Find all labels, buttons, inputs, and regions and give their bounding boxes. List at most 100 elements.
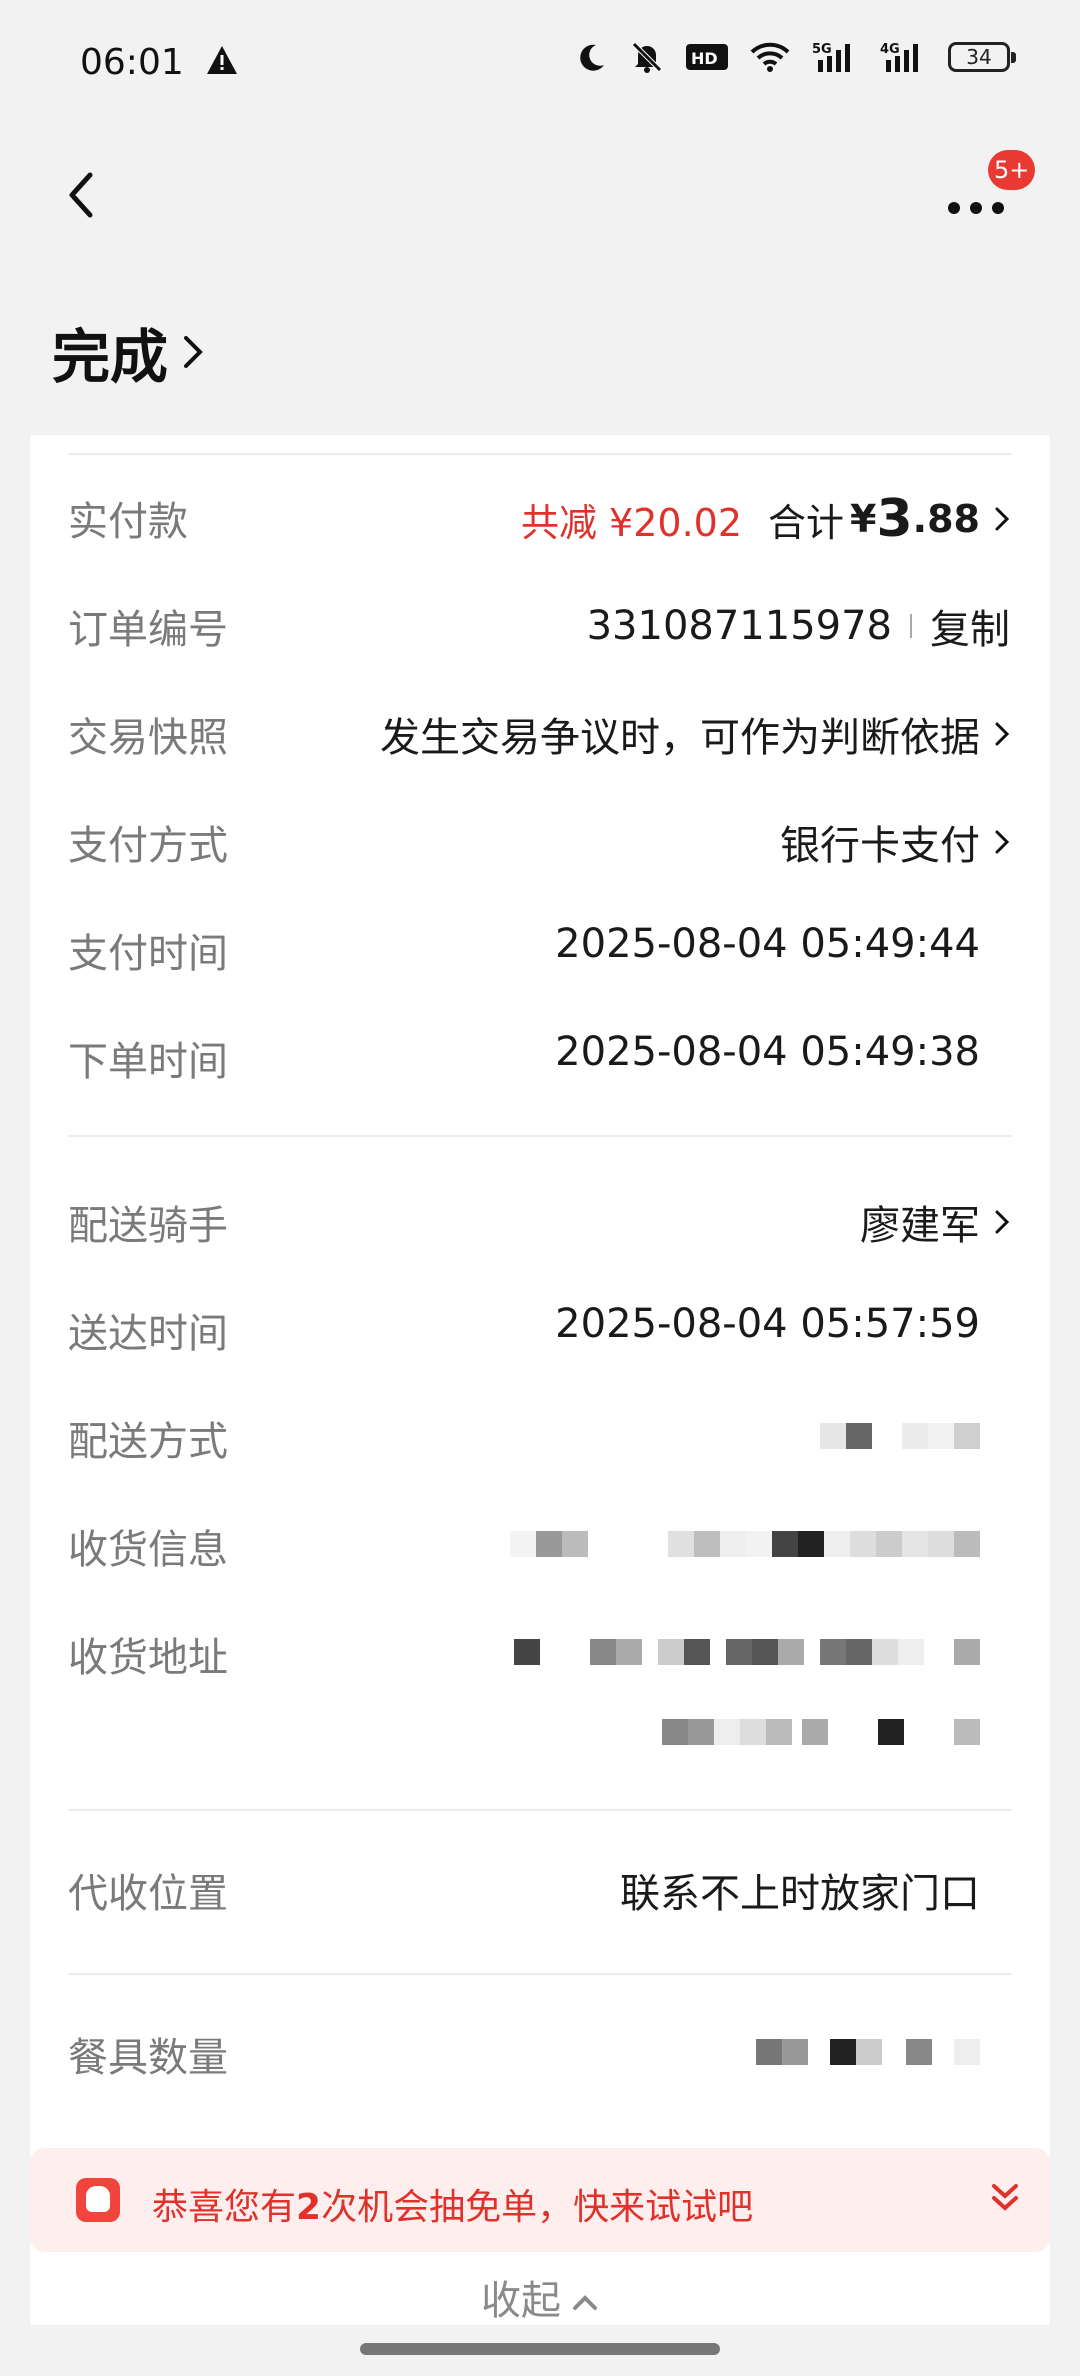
chevron-right-icon (995, 722, 1010, 746)
rider-label: 配送骑手 (68, 1203, 228, 1249)
payment-row[interactable]: 实付款 共减 ¥20.02 合计 ¥ 3 .88 (30, 475, 1050, 565)
promo-text: 恭喜您有2次机会抽免单，快来试试吧 (152, 2178, 753, 2230)
rider-row[interactable]: 配送骑手 廖建军 (30, 1179, 1050, 1269)
redacted-block (536, 1531, 562, 1557)
order-status-label: 完成 (52, 323, 169, 391)
redacted-value (662, 1719, 980, 1745)
chevron-right-icon (995, 830, 1010, 854)
divider (68, 1135, 1012, 1137)
redacted-block (510, 1531, 536, 1557)
receiver-info-label: 收货信息 (68, 1527, 228, 1573)
moon-icon (580, 44, 604, 71)
redacted-block (878, 1719, 904, 1745)
mute-icon (632, 42, 662, 73)
redacted-block (932, 2039, 954, 2065)
svg-text:5G: 5G (812, 42, 832, 57)
receiver-info-row: 收货信息 (30, 1503, 1050, 1593)
promo-prefix: 恭喜您有 (152, 2187, 297, 2228)
svg-text:HD: HD (691, 49, 718, 68)
redacted-value (510, 1531, 980, 1557)
redacted-block (804, 1639, 820, 1665)
home-indicator[interactable] (360, 2343, 720, 2355)
redacted-block (642, 1639, 658, 1665)
warning-icon (207, 46, 237, 74)
divider (68, 453, 1012, 455)
chevron-right-icon (995, 1210, 1010, 1234)
redacted-block (828, 1719, 878, 1745)
redacted-block (824, 1531, 850, 1557)
redacted-block (954, 1531, 980, 1557)
back-icon[interactable] (62, 165, 102, 225)
redacted-block (846, 1423, 872, 1449)
redacted-block (846, 1639, 872, 1665)
redacted-block (616, 1639, 642, 1665)
payment-time-value: 2025-08-04 05:49:44 (555, 921, 980, 967)
collapse-label: 收起 (481, 2278, 561, 2324)
delivery-method-row: 配送方式 (30, 1395, 1050, 1485)
chevron-right-icon (184, 336, 203, 368)
redacted-block (514, 1639, 540, 1665)
promo-count: 2 (296, 2187, 322, 2228)
redacted-block (924, 1639, 954, 1665)
redacted-block (902, 1531, 928, 1557)
redacted-value (820, 1423, 980, 1449)
snapshot-label: 交易快照 (68, 715, 228, 761)
tableware-label: 餐具数量 (68, 2035, 228, 2081)
redacted-block (954, 1423, 980, 1449)
payment-method-row[interactable]: 支付方式 银行卡支付 (30, 799, 1050, 889)
payment-method-value: 银行卡支付 (780, 813, 1010, 871)
snapshot-row[interactable]: 交易快照 发生交易争议时，可作为判断依据 (30, 691, 1050, 781)
chevron-up-icon (573, 2295, 597, 2310)
copy-button[interactable]: 复制 (930, 597, 1010, 655)
redacted-block (802, 1719, 828, 1745)
delivered-time-row: 送达时间 2025-08-04 05:57:59 (30, 1287, 1050, 1377)
redacted-block (872, 1423, 902, 1449)
redacted-block (808, 2039, 830, 2065)
redacted-block (710, 1639, 726, 1665)
redacted-block (928, 1423, 954, 1449)
chevron-right-icon (995, 507, 1010, 531)
drop-location-label: 代收位置 (68, 1871, 228, 1917)
discount-amount: 共减 ¥20.02 (520, 500, 743, 545)
payment-label: 实付款 (68, 499, 188, 545)
redacted-block (684, 1639, 710, 1665)
payment-time-row: 支付时间 2025-08-04 05:49:44 (30, 907, 1050, 997)
redacted-block (740, 1719, 766, 1745)
redacted-block (658, 1639, 684, 1665)
redacted-block (898, 1639, 924, 1665)
redacted-block (752, 1639, 778, 1665)
redacted-block (820, 1423, 846, 1449)
redacted-block (872, 1639, 898, 1665)
redacted-block (830, 2039, 856, 2065)
payment-value: 共减 ¥20.02 合计 ¥ 3 .88 (521, 489, 1010, 549)
redacted-block (562, 1531, 588, 1557)
total-amount-dec: .88 (912, 497, 980, 541)
redacted-block (904, 1719, 954, 1745)
redacted-block (850, 1531, 876, 1557)
redacted-block (588, 1531, 668, 1557)
redacted-block (902, 1423, 928, 1449)
order-status-title[interactable]: 完成 (52, 310, 204, 394)
more-dot (970, 202, 982, 214)
wifi-icon (750, 42, 790, 72)
redacted-block (876, 1531, 902, 1557)
payment-method-text: 银行卡支付 (780, 823, 980, 869)
redacted-block (782, 2039, 808, 2065)
total-label: 合计 (768, 500, 845, 545)
redacted-block (688, 1719, 714, 1745)
redacted-block (746, 1531, 772, 1557)
snapshot-text: 发生交易争议时，可作为判断依据 (380, 715, 980, 761)
address-row: 收货地址 (30, 1611, 1050, 1781)
signal-4g-icon: 4G (880, 42, 918, 72)
redacted-block (792, 1719, 802, 1745)
redacted-block (726, 1639, 752, 1665)
total-amount-int: 3 (876, 489, 913, 549)
redacted-block (766, 1719, 792, 1745)
status-time: 06:01 (80, 42, 184, 83)
order-number: 331087115978 (586, 603, 892, 649)
collapse-button[interactable]: 收起 (0, 2268, 1080, 2326)
order-details-card: 实付款 共减 ¥20.02 合计 ¥ 3 .88 订单编号 3310871159… (30, 435, 1050, 2325)
redacted-block (798, 1531, 824, 1557)
redacted-block (954, 1639, 980, 1665)
free-order-promo-banner[interactable]: 恭喜您有2次机会抽免单，快来试试吧 (30, 2148, 1050, 2252)
